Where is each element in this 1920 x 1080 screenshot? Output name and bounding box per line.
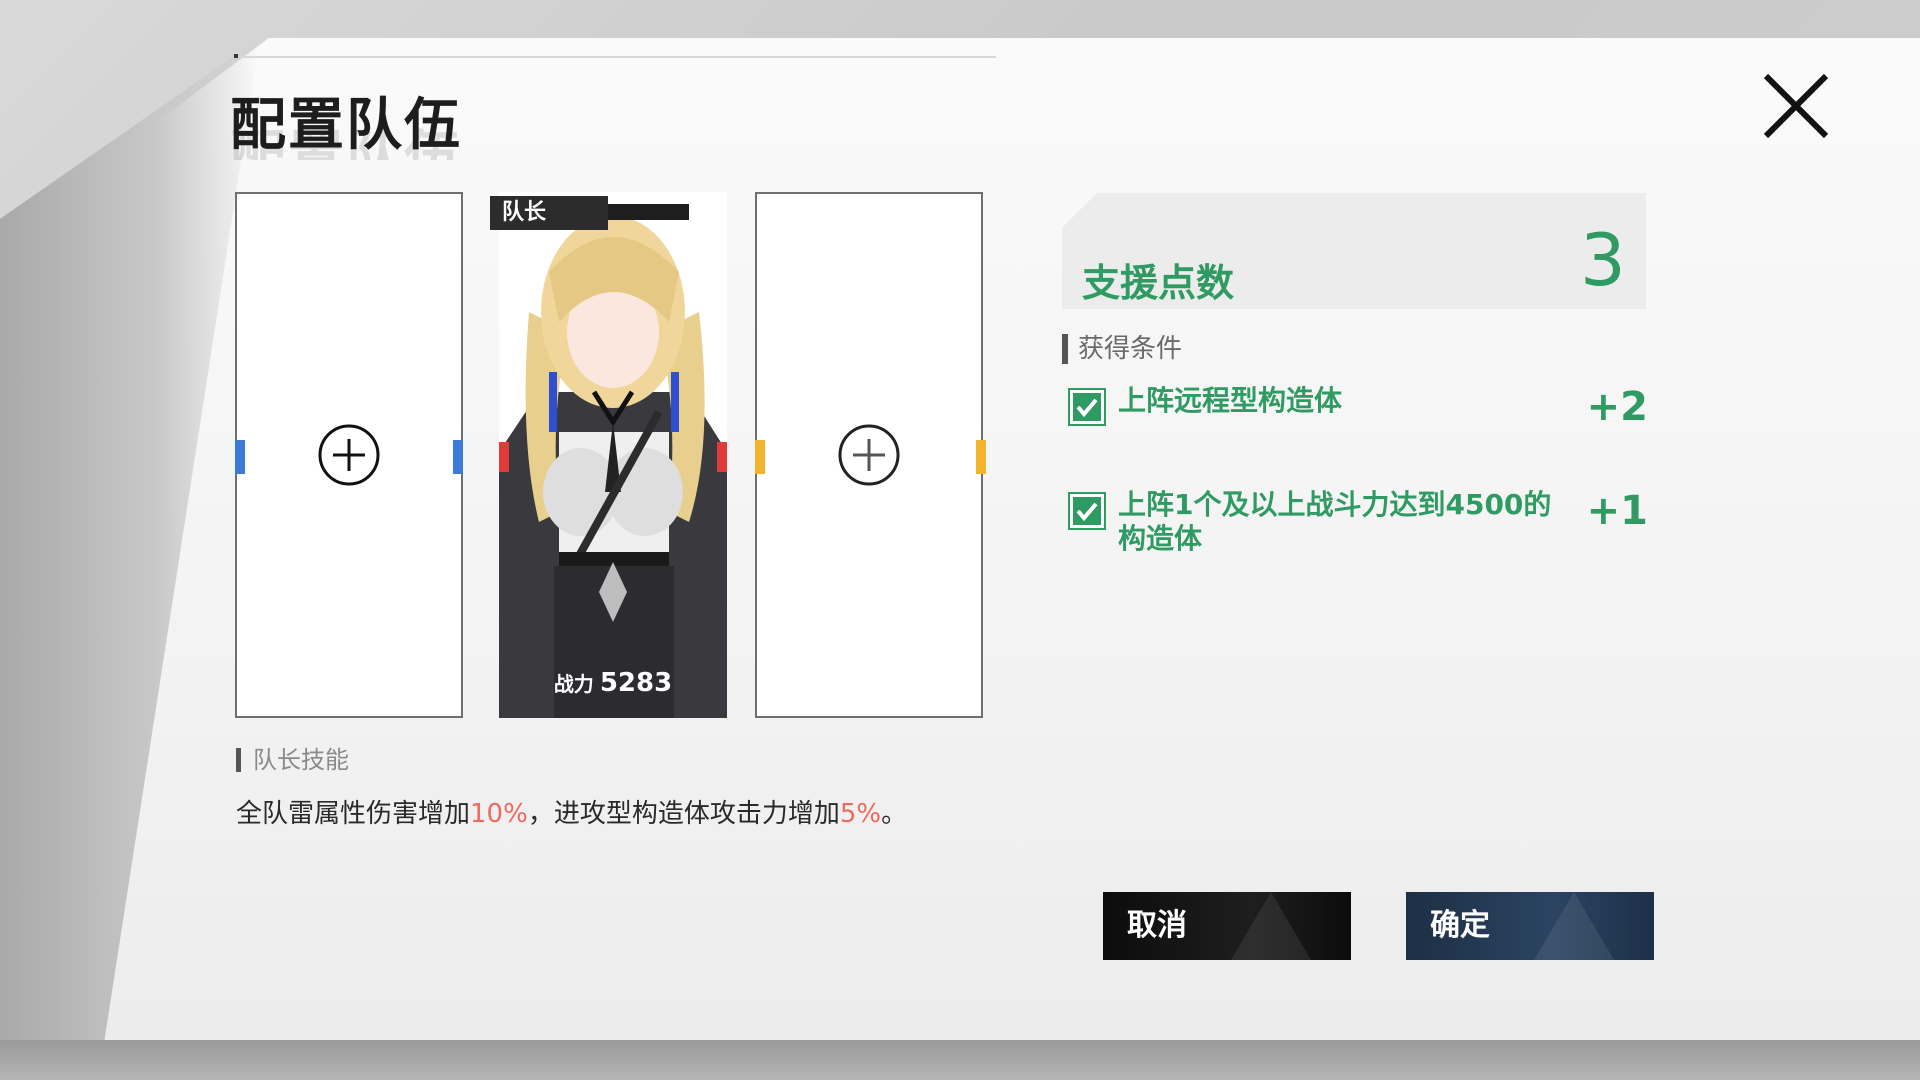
character-portrait — [499, 192, 727, 718]
team-slot-right[interactable] — [755, 192, 983, 718]
confirm-button[interactable]: 确定 — [1406, 892, 1654, 960]
conditions-heading: 获得条件 — [1062, 334, 1182, 364]
bottom-band — [0, 1040, 1920, 1080]
close-icon — [1763, 73, 1829, 139]
title-deco-line — [236, 56, 996, 58]
condition-checkbox — [1068, 388, 1106, 426]
button-deco — [1534, 892, 1614, 960]
slot-left-marker-blue-right — [453, 440, 463, 474]
cancel-button[interactable]: 取消 — [1103, 892, 1351, 960]
page-title: 配置队伍 — [230, 93, 462, 158]
team-slot-left[interactable] — [235, 192, 463, 718]
skill-text-3: 。 — [881, 799, 908, 829]
skill-value-2: 5% — [839, 799, 882, 829]
slot-left-marker-blue — [235, 440, 245, 474]
leader-tag: 队长 — [490, 196, 608, 230]
cancel-button-label: 取消 — [1127, 908, 1187, 943]
condition-text: 上阵远程型构造体 — [1118, 384, 1343, 417]
power-label: 战力 — [553, 672, 594, 696]
check-icon — [1073, 497, 1101, 525]
power-display: 战力 5283 — [499, 668, 727, 698]
power-value: 5283 — [599, 668, 673, 698]
confirm-button-label: 确定 — [1430, 908, 1490, 943]
condition-bonus: +1 — [1586, 488, 1648, 534]
team-slot-leader[interactable] — [499, 192, 727, 718]
check-icon — [1073, 393, 1101, 421]
close-button[interactable] — [1760, 70, 1832, 142]
condition-checkbox — [1068, 492, 1106, 530]
skill-value-1: 10% — [470, 799, 528, 829]
button-deco — [1231, 892, 1311, 960]
condition-text: 上阵1个及以上战斗力达到4500的构造体 — [1118, 488, 1552, 555]
slot-right-marker-yellow-left — [755, 440, 765, 474]
skill-text-2: ，进攻型构造体攻击力增加 — [527, 799, 840, 829]
slot-right-marker-yellow — [976, 440, 986, 474]
support-points-label: 支援点数 — [1082, 261, 1235, 305]
condition-bonus: +2 — [1586, 384, 1648, 430]
plus-circle-icon — [838, 424, 900, 486]
leader-skill-heading: 队长技能 — [236, 748, 349, 772]
plus-circle-icon — [318, 424, 380, 486]
leader-skill-description: 全队雷属性伤害增加10%，进攻型构造体攻击力增加5%。 — [236, 793, 907, 830]
title-deco-dot — [234, 54, 238, 58]
skill-text-1: 全队雷属性伤害增加 — [236, 799, 471, 829]
support-points-value: 3 — [1580, 218, 1626, 302]
